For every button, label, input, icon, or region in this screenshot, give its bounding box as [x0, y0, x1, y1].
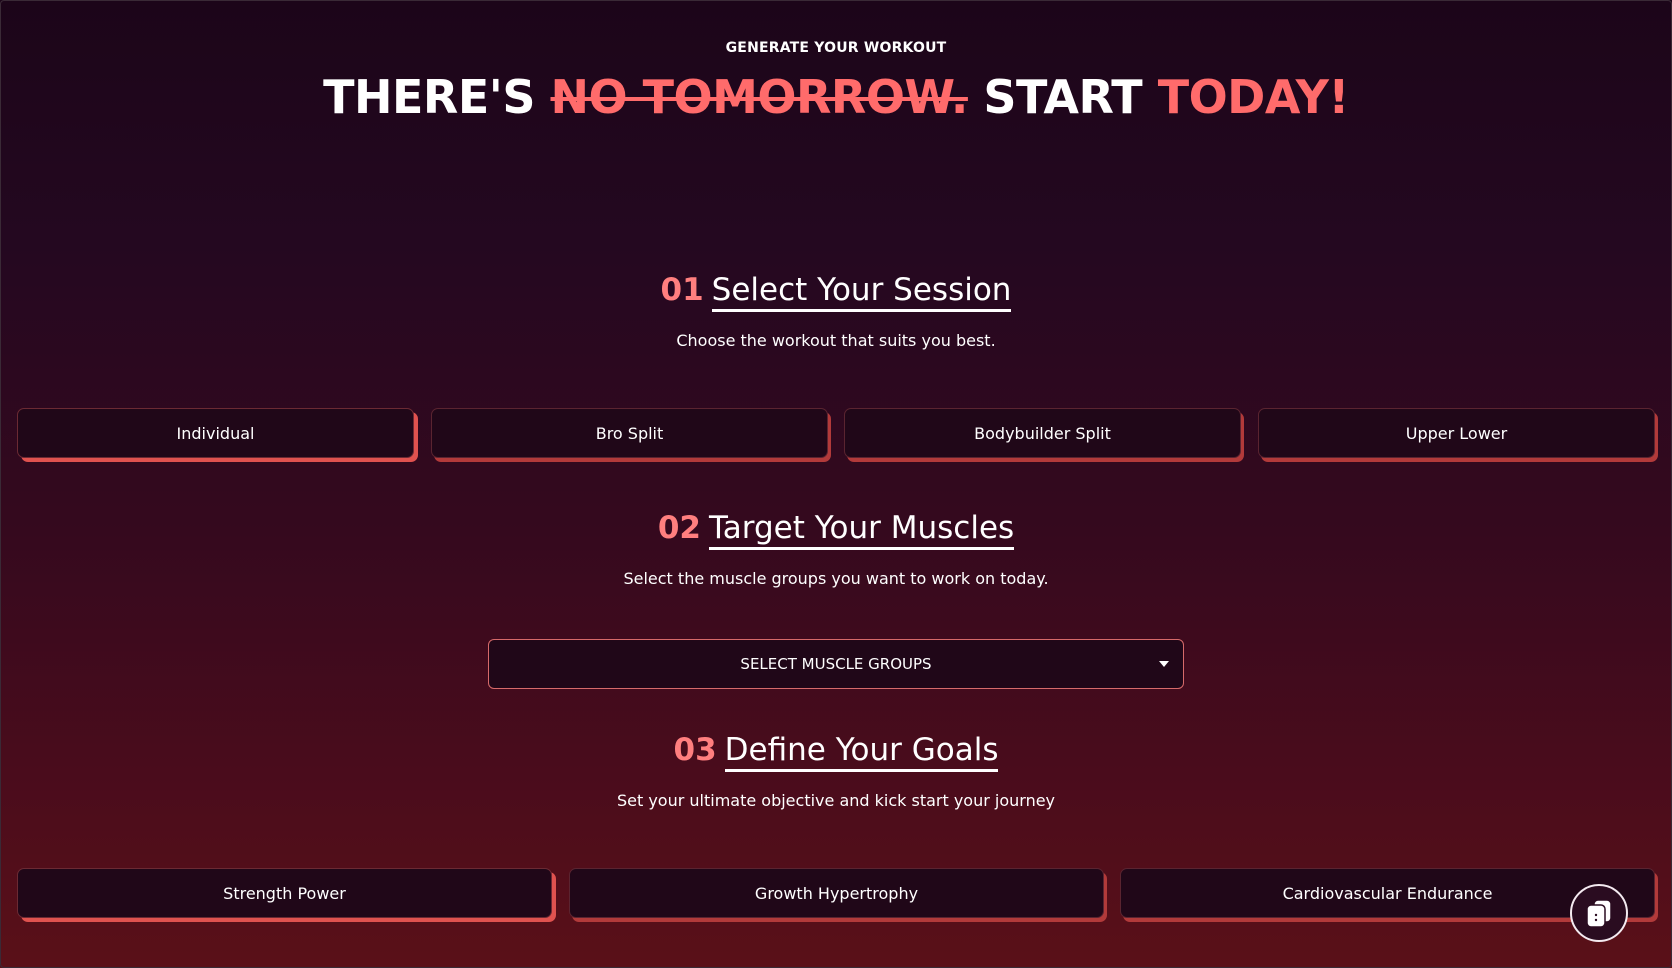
session-option-bodybuilder-split[interactable]: Bodybuilder Split: [844, 408, 1241, 458]
section-2-subtitle: Select the muscle groups you want to wor…: [623, 569, 1049, 588]
section-2-number: 02: [657, 510, 701, 546]
app-frame: [0, 0, 1672, 968]
session-option-upper-lower[interactable]: Upper Lower: [1258, 408, 1655, 458]
session-option-bro-split[interactable]: Bro Split: [431, 408, 828, 458]
section-3-title: 03 Define Your Goals: [0, 732, 1672, 772]
chat-fab-button[interactable]: [1570, 884, 1628, 942]
headline-accent: TODAY!: [1157, 70, 1350, 124]
headline-strike: NO TOMORROW.: [550, 70, 969, 124]
chat-cards-icon: [1586, 899, 1612, 928]
eyebrow-label: GENERATE YOUR WORKOUT: [725, 40, 947, 56]
muscle-groups-dropdown-label: SELECT MUSCLE GROUPS: [740, 655, 932, 673]
headline-part1: THERE'S: [323, 70, 551, 124]
section-2-heading: Target Your Muscles: [708, 510, 1015, 550]
session-option-individual[interactable]: Individual: [17, 408, 414, 458]
goal-option-growth-hypertrophy[interactable]: Growth Hypertrophy: [569, 868, 1104, 918]
section-1-title: 01 Select Your Session: [0, 272, 1672, 312]
headline-part2: START: [967, 70, 1158, 124]
caret-down-icon: [1159, 661, 1169, 667]
goal-option-strength-power[interactable]: Strength Power: [17, 868, 552, 918]
section-1-subtitle: Choose the workout that suits you best.: [676, 331, 996, 350]
section-1-heading: Select Your Session: [711, 272, 1012, 312]
page-headline: THERE'S NO TOMORROW. START TODAY!: [0, 70, 1672, 124]
muscle-groups-dropdown[interactable]: SELECT MUSCLE GROUPS: [488, 639, 1184, 689]
section-3-number: 03: [673, 732, 717, 768]
section-1-number: 01: [660, 272, 704, 308]
section-3-subtitle: Set your ultimate objective and kick sta…: [616, 791, 1056, 810]
section-3-heading: Define Your Goals: [724, 732, 999, 772]
section-2-title: 02 Target Your Muscles: [0, 510, 1672, 550]
